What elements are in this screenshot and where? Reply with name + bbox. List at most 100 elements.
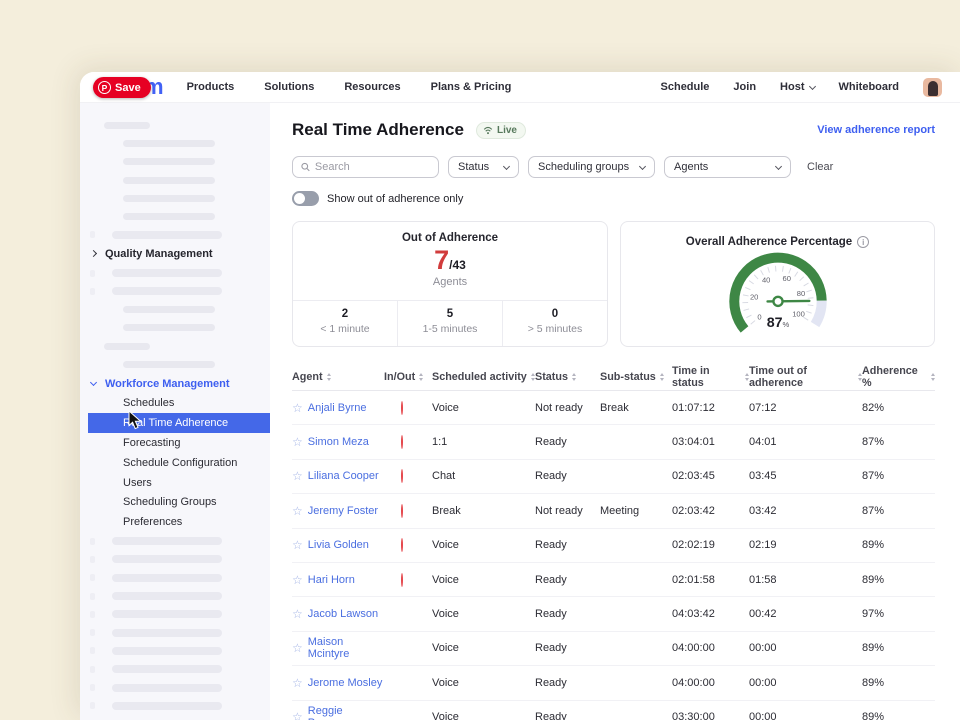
sidebar-item-preferences[interactable]: Preferences [80,512,270,532]
skeleton-bar [112,647,222,655]
search-input[interactable] [315,161,430,173]
star-icon[interactable]: ☆ [292,505,303,517]
pinterest-save-button[interactable]: P Save [93,77,151,98]
star-icon[interactable]: ☆ [292,711,303,720]
agents-dropdown[interactable]: Agents [664,156,791,178]
column-header-scheduled-activity[interactable]: Scheduled activity [432,371,535,383]
agent-link[interactable]: ☆Jacob Lawson [292,608,384,620]
star-icon[interactable]: ☆ [292,402,303,414]
column-header-label: In/Out [384,371,415,383]
svg-text:87%: 87% [766,315,789,331]
time-out-of-adherence-cell: 03:42 [749,505,862,517]
star-icon[interactable]: ☆ [292,574,303,586]
skeleton-chevron [90,666,95,673]
skeleton-bar [112,592,222,600]
sidebar-item-schedule-configuration[interactable]: Schedule Configuration [80,453,270,473]
nav-item-plans-pricing[interactable]: Plans & Pricing [431,81,512,93]
skeleton-chevron [90,684,95,691]
time-out-of-adherence-cell: 04:01 [749,436,862,448]
agent-link[interactable]: ☆Anjali Byrne [292,402,384,414]
column-header-status[interactable]: Status [535,371,600,383]
sidebar-skeleton-item [80,226,270,244]
agent-link[interactable]: ☆ Jerome Mosley [292,677,384,689]
agent-name: Hari Horn [308,574,355,586]
nav-item-join[interactable]: Join [733,81,756,93]
column-header-time-in-status[interactable]: Time in status [672,365,749,389]
status-dropdown[interactable]: Status [448,156,519,178]
column-header-agent[interactable]: Agent [292,371,384,383]
time-in-status-cell: 03:04:01 [672,436,749,448]
time-out-of-adherence-cell: 01:58 [749,574,862,586]
adherence-percent-cell: 97% [862,608,935,620]
user-avatar[interactable] [923,78,942,97]
sidebar-item-users[interactable]: Users [80,473,270,493]
column-header-time-out-of-adherence[interactable]: Time out of adherence [749,365,862,389]
table-body: ☆Anjali ByrneVoiceNot readyBreak01:07:12… [292,391,935,720]
adherence-percent-cell: 89% [862,711,935,720]
agent-link[interactable]: ☆Jeremy Foster [292,505,384,517]
agent-link[interactable]: ☆ Liliana Cooper [292,470,384,482]
skeleton-bar [112,665,222,673]
agent-name: Livia Golden [308,539,369,551]
nav-item-solutions[interactable]: Solutions [264,81,314,93]
column-header-adherence-[interactable]: Adherence % [862,365,935,389]
summary-cards: Out of Adherence 7/43 Agents 2 < 1 minut… [292,221,935,347]
agent-link[interactable]: ☆Maison Mcintyre [292,636,384,660]
nav-item-schedule[interactable]: Schedule [661,81,710,93]
status-cell: Ready [535,711,600,720]
agent-link[interactable]: ☆ Hari Horn [292,574,384,586]
column-header-label: Scheduled activity [432,371,527,383]
sidebar-item-real-time-adherence[interactable]: Real Time Adherence [88,413,270,433]
sidebar-item-label: Scheduling Groups [123,496,217,508]
star-icon[interactable]: ☆ [292,470,303,482]
view-adherence-report-link[interactable]: View adherence report [817,124,935,136]
inout-cell [384,711,432,720]
nav-item-whiteboard[interactable]: Whiteboard [839,81,900,93]
adherence-percent-cell: 87% [862,436,935,448]
breakdown-under-1min: 2 < 1 minute [293,301,397,346]
sidebar-item-label: Forecasting [123,437,180,449]
sidebar-item-quality-management[interactable]: Quality Management [80,244,270,264]
agent-name: Jerome Mosley [308,677,383,689]
star-icon[interactable]: ☆ [292,436,303,448]
table-row: ☆Livia GoldenVoiceReady02:02:1902:1989% [292,529,935,563]
column-header-sub-status[interactable]: Sub-status [600,371,672,383]
nav-item-resources[interactable]: Resources [344,81,400,93]
chevron-down-icon [775,162,782,169]
status-cell: Ready [535,470,600,482]
skeleton-bar [112,555,222,563]
column-header-label: Status [535,371,568,383]
sidebar-skeleton-item [80,282,270,300]
nav-item-host[interactable]: Host [780,81,814,93]
status-cell: Ready [535,608,600,620]
sidebar-item-workforce-management[interactable]: Workforce Management [80,374,270,394]
agent-link[interactable]: ☆Reggie Pearson [292,705,384,720]
time-out-of-adherence-cell: 03:45 [749,470,862,482]
out-of-adherence-toggle[interactable] [292,191,319,206]
agent-link[interactable]: ☆ Livia Golden [292,539,384,551]
info-icon[interactable]: i [857,236,869,248]
star-icon[interactable]: ☆ [292,608,303,620]
skeleton-chevron [90,611,95,618]
sidebar-item-forecasting[interactable]: Forecasting [80,433,270,453]
star-icon[interactable]: ☆ [292,539,303,551]
inout-cell [384,505,432,517]
agent-link[interactable]: ☆Simon Meza [292,436,384,448]
adherence-gauge-chart: 02040608010087% [683,248,873,348]
star-icon[interactable]: ☆ [292,642,303,654]
skeleton-bar [112,287,222,295]
sidebar-skeleton-item [80,355,270,373]
agent-name: Liliana Cooper [308,470,379,482]
table-row: ☆Jacob LawsonVoiceReady04:03:4200:4297% [292,597,935,631]
sidebar-item-label: Schedule Configuration [123,457,237,469]
nav-item-products[interactable]: Products [187,81,235,93]
column-header-in-out[interactable]: In/Out [384,371,432,383]
status-cell: Ready [535,436,600,448]
sort-icon [327,373,331,381]
sidebar-item-schedules[interactable]: Schedules [80,393,270,413]
table-row: ☆Hari HornVoiceReady02:01:5801:5889% [292,563,935,597]
scheduling-groups-dropdown[interactable]: Scheduling groups [528,156,655,178]
star-icon[interactable]: ☆ [292,677,303,689]
clear-filters-button[interactable]: Clear [807,161,833,173]
sidebar-item-scheduling-groups[interactable]: Scheduling Groups [80,492,270,512]
